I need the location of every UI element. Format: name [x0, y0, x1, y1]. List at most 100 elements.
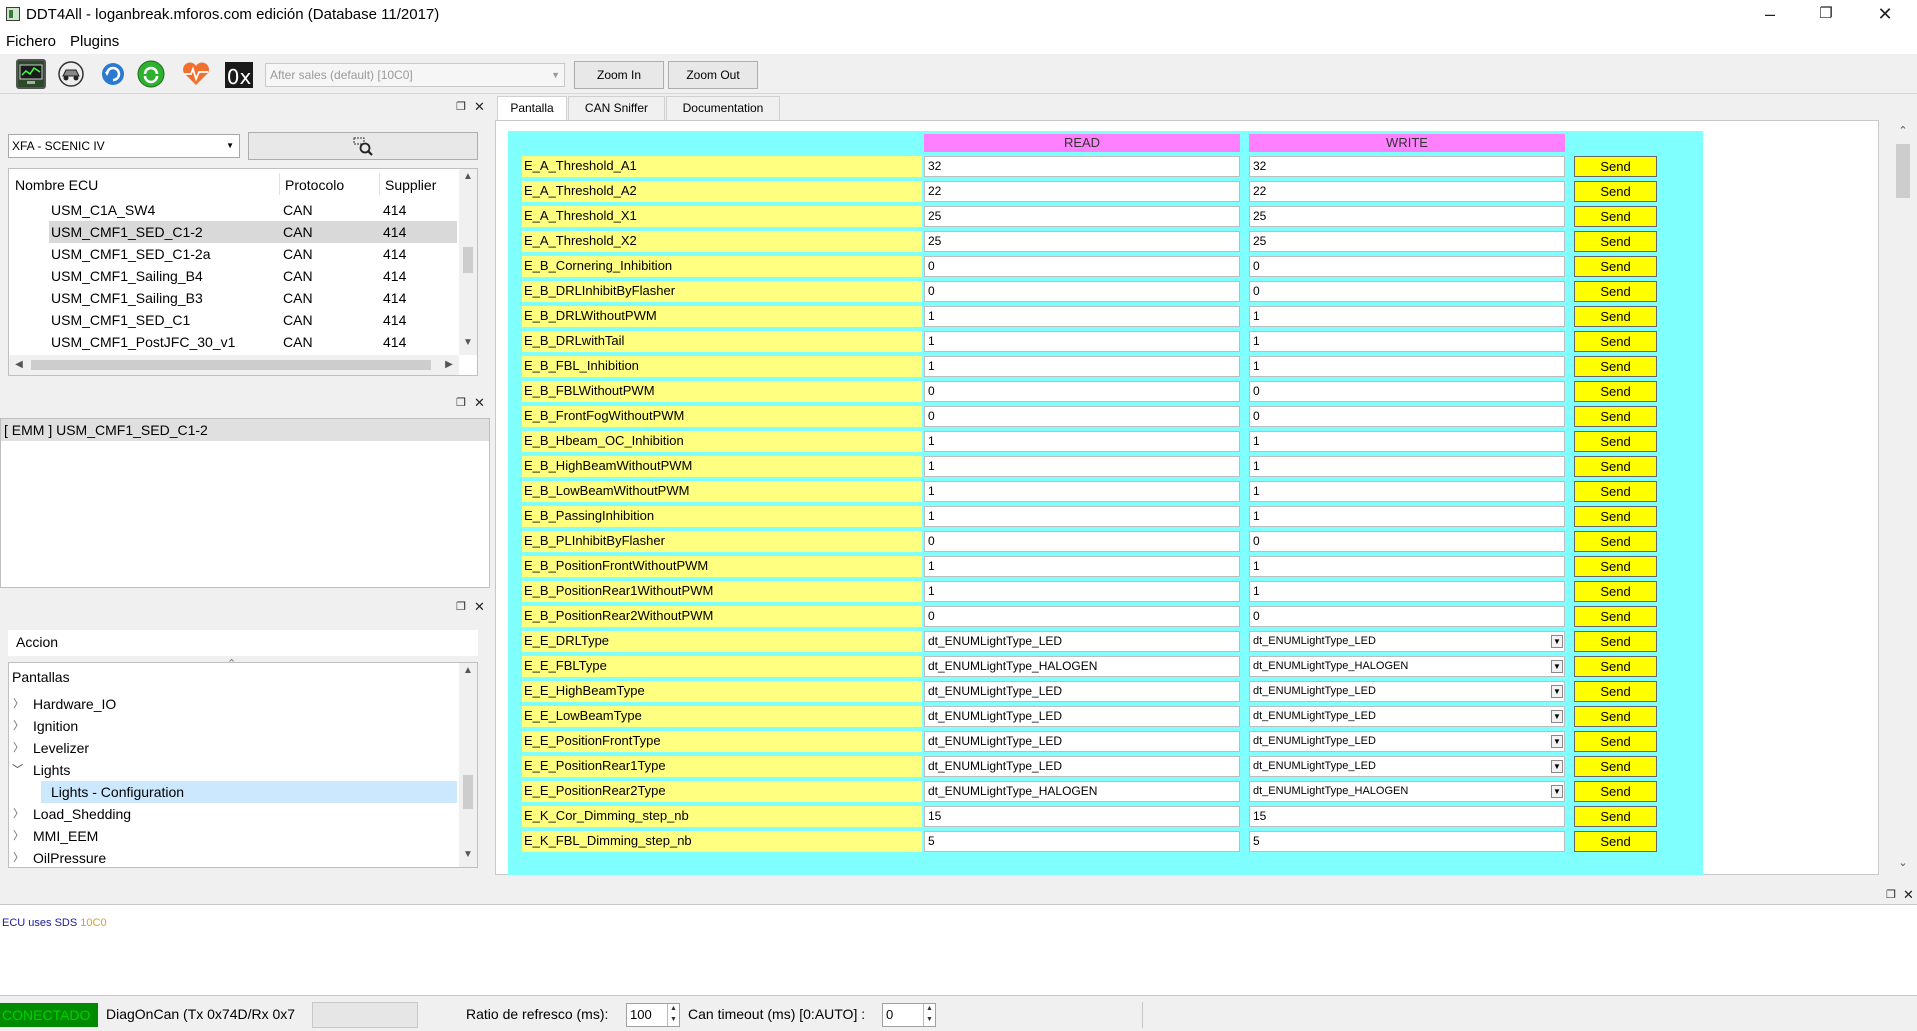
write-input[interactable]: 1: [1249, 356, 1565, 377]
send-button[interactable]: Send: [1574, 731, 1657, 752]
chevron-right-icon[interactable]: 〉: [13, 693, 24, 715]
close-button[interactable]: ✕: [1862, 0, 1908, 30]
chevron-right-icon[interactable]: 〉: [13, 803, 24, 825]
ecu-variant-select[interactable]: After sales (default) [10C0] ▼: [265, 63, 565, 87]
send-button[interactable]: Send: [1574, 706, 1657, 727]
close-dock-icon[interactable]: ✕: [474, 395, 485, 411]
chevron-down-icon[interactable]: ﹀: [12, 759, 23, 781]
ecu-table-hscroll[interactable]: ◀ ▶: [9, 355, 459, 375]
send-button[interactable]: Send: [1574, 256, 1657, 277]
write-select[interactable]: dt_ENUMLightType_LED ▼: [1249, 681, 1565, 702]
send-button[interactable]: Send: [1574, 781, 1657, 802]
scroll-thumb[interactable]: [463, 247, 473, 273]
chevron-right-icon[interactable]: 〉: [13, 847, 24, 869]
hex-icon[interactable]: 0x: [225, 62, 253, 89]
scroll-thumb[interactable]: [463, 775, 473, 809]
write-select[interactable]: dt_ENUMLightType_LED ▼: [1249, 731, 1565, 752]
screen-vscroll[interactable]: ⌃ ⌄: [1891, 120, 1915, 875]
screens-tree-vscroll[interactable]: ▲ ▼: [459, 663, 477, 867]
increment-icon[interactable]: ▲: [667, 1004, 679, 1015]
menu-plugins[interactable]: Plugins: [70, 33, 119, 50]
refresh-spinbox[interactable]: 100 ▲ ▼: [626, 1003, 680, 1027]
chevron-down-icon[interactable]: ▼: [1551, 710, 1563, 723]
write-input[interactable]: 5: [1249, 831, 1565, 852]
send-button[interactable]: Send: [1574, 431, 1657, 452]
write-input[interactable]: 1: [1249, 506, 1565, 527]
float-icon[interactable]: ❐: [456, 600, 466, 613]
increment-icon[interactable]: ▲: [923, 1004, 935, 1015]
decrement-icon[interactable]: ▼: [923, 1015, 935, 1026]
close-dock-icon[interactable]: ✕: [474, 599, 485, 615]
heartbeat-icon[interactable]: [180, 60, 212, 88]
table-row[interactable]: USM_C1A_SW4 CAN 414: [9, 199, 457, 221]
write-input[interactable]: 1: [1249, 331, 1565, 352]
scroll-right-icon[interactable]: ▶: [441, 359, 457, 370]
ecu-table-vscroll[interactable]: ▲ ▼: [459, 169, 477, 355]
write-input[interactable]: 25: [1249, 231, 1565, 252]
send-button[interactable]: Send: [1574, 656, 1657, 677]
send-button[interactable]: Send: [1574, 806, 1657, 827]
write-input[interactable]: 32: [1249, 156, 1565, 177]
send-button[interactable]: Send: [1574, 681, 1657, 702]
send-button[interactable]: Send: [1574, 481, 1657, 502]
send-button[interactable]: Send: [1574, 631, 1657, 652]
chevron-down-icon[interactable]: ▼: [1551, 660, 1563, 673]
scroll-up-icon[interactable]: ⌃: [1895, 124, 1911, 137]
ecu-search-button[interactable]: [248, 132, 478, 160]
send-button[interactable]: Send: [1574, 831, 1657, 852]
decrement-icon[interactable]: ▼: [667, 1015, 679, 1026]
chevron-down-icon[interactable]: ▼: [1551, 735, 1563, 748]
list-item[interactable]: [ EMM ] USM_CMF1_SED_C1-2: [1, 419, 489, 441]
write-input[interactable]: 1: [1249, 581, 1565, 602]
scroll-down-icon[interactable]: ⌄: [1895, 856, 1911, 869]
table-row[interactable]: USM_CMF1_SED_C1-2a CAN 414: [9, 243, 457, 265]
send-button[interactable]: Send: [1574, 756, 1657, 777]
write-input[interactable]: 0: [1249, 281, 1565, 302]
timeout-spinbox[interactable]: 0 ▲ ▼: [882, 1003, 936, 1027]
tree-item-lights-configuration[interactable]: Lights - Configuration: [9, 781, 457, 803]
write-select[interactable]: dt_ENUMLightType_HALOGEN ▼: [1249, 656, 1565, 677]
close-dock-icon[interactable]: ✕: [1903, 887, 1914, 903]
write-select[interactable]: dt_ENUMLightType_LED ▼: [1249, 706, 1565, 727]
scroll-up-icon[interactable]: ▲: [460, 171, 476, 182]
write-input[interactable]: 22: [1249, 181, 1565, 202]
write-input[interactable]: 1: [1249, 306, 1565, 327]
write-input[interactable]: 1: [1249, 456, 1565, 477]
tree-item-oilpressure[interactable]: 〉 OilPressure: [9, 847, 457, 869]
send-button[interactable]: Send: [1574, 506, 1657, 527]
scroll-thumb[interactable]: [31, 360, 431, 370]
send-button[interactable]: Send: [1574, 206, 1657, 227]
tab-documentation[interactable]: Documentation: [666, 96, 780, 120]
write-input[interactable]: 0: [1249, 406, 1565, 427]
send-button[interactable]: Send: [1574, 281, 1657, 302]
write-input[interactable]: 15: [1249, 806, 1565, 827]
send-button[interactable]: Send: [1574, 531, 1657, 552]
chevron-right-icon[interactable]: 〉: [13, 715, 24, 737]
send-button[interactable]: Send: [1574, 156, 1657, 177]
table-row[interactable]: USM_CMF1_PostJFC_30_v1 CAN 414: [9, 331, 457, 353]
scroll-up-icon[interactable]: ▲: [460, 665, 476, 676]
scroll-down-icon[interactable]: ▼: [460, 337, 476, 348]
write-input[interactable]: 1: [1249, 481, 1565, 502]
write-select[interactable]: dt_ENUMLightType_HALOGEN ▼: [1249, 781, 1565, 802]
write-input[interactable]: 0: [1249, 256, 1565, 277]
tree-item-levelizer[interactable]: 〉 Levelizer: [9, 737, 457, 759]
car-scan-icon[interactable]: [56, 59, 86, 89]
scroll-thumb[interactable]: [1896, 144, 1910, 198]
menu-fichero[interactable]: Fichero: [6, 33, 56, 50]
table-row[interactable]: USM_CMF1_SED_C1-2 CAN 414: [9, 221, 457, 243]
tab-pantalla[interactable]: Pantalla: [497, 96, 567, 120]
close-dock-icon[interactable]: ✕: [474, 99, 485, 115]
send-button[interactable]: Send: [1574, 231, 1657, 252]
float-icon[interactable]: ❐: [456, 100, 466, 113]
float-icon[interactable]: ❐: [456, 396, 466, 409]
chevron-down-icon[interactable]: ▼: [1551, 685, 1563, 698]
scroll-down-icon[interactable]: ▼: [460, 849, 476, 860]
chevron-right-icon[interactable]: 〉: [13, 737, 24, 759]
monitor-icon[interactable]: [16, 59, 46, 89]
write-input[interactable]: 25: [1249, 206, 1565, 227]
send-button[interactable]: Send: [1574, 331, 1657, 352]
send-button[interactable]: Send: [1574, 556, 1657, 577]
write-select[interactable]: dt_ENUMLightType_LED ▼: [1249, 756, 1565, 777]
tree-item-load-shedding[interactable]: 〉 Load_Shedding: [9, 803, 457, 825]
